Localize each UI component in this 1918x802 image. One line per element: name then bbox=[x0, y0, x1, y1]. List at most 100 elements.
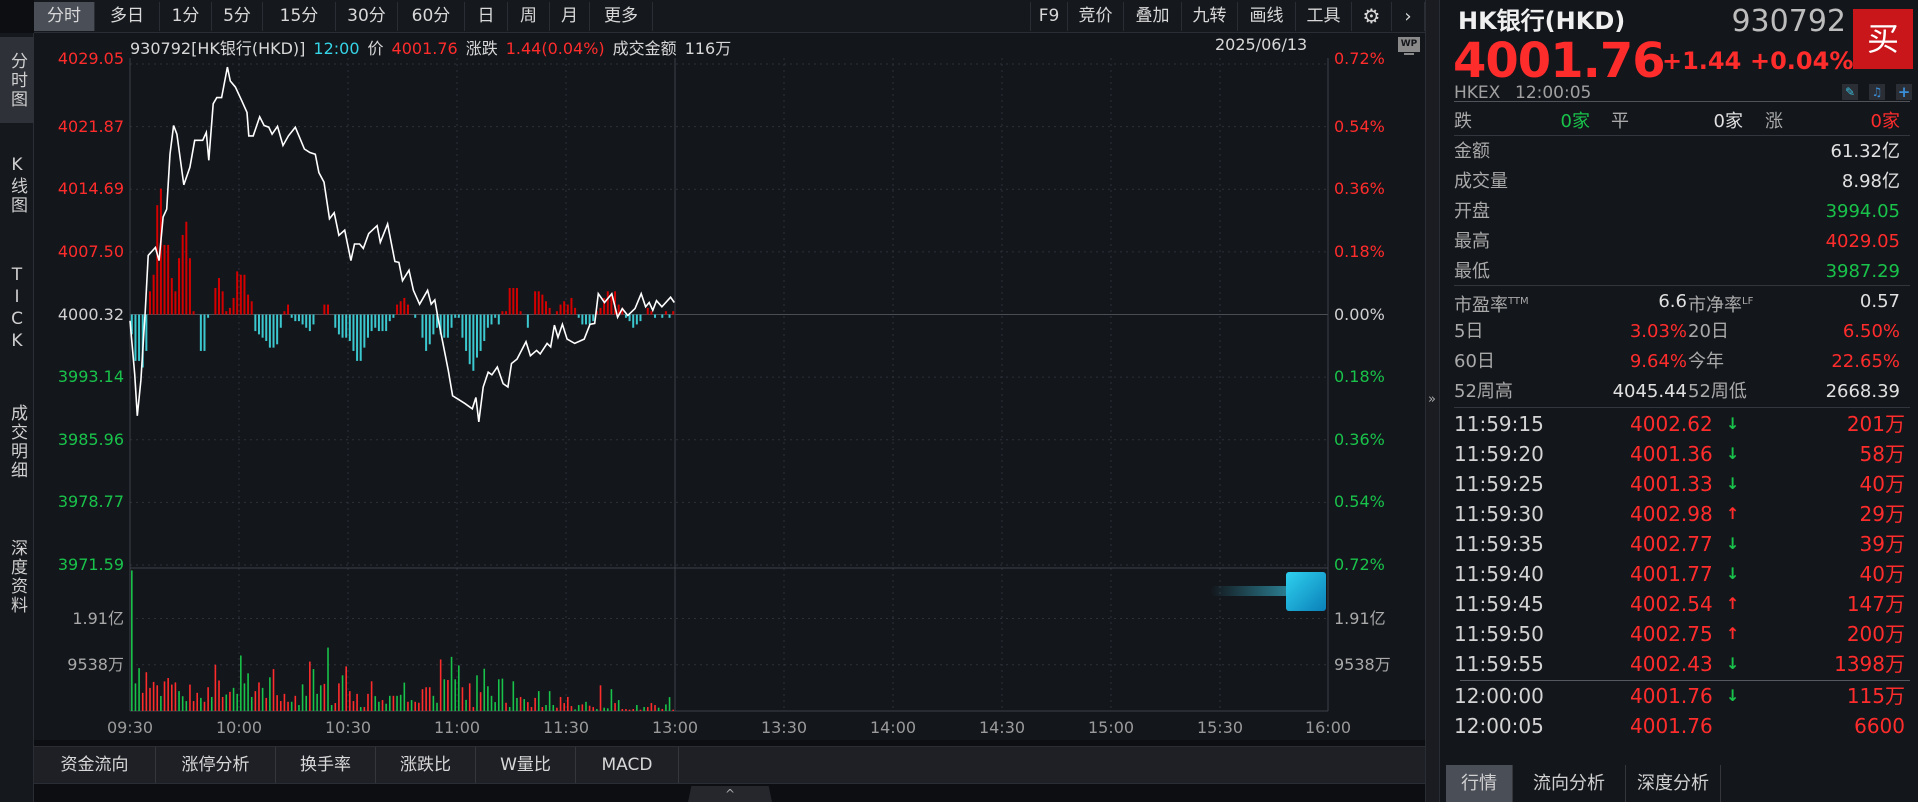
indicator-tab-3[interactable]: 涨跌比 bbox=[376, 747, 476, 783]
volume-bar bbox=[363, 707, 366, 711]
flow-bar bbox=[512, 287, 515, 315]
flow-bar bbox=[454, 314, 457, 318]
flow-bar bbox=[366, 314, 369, 338]
volume-bar bbox=[207, 687, 209, 711]
volume-bar bbox=[596, 709, 598, 711]
volume-bar bbox=[258, 682, 260, 711]
alert-bell-icon[interactable]: ♫ bbox=[1869, 84, 1885, 100]
trade-price: 4001.77 bbox=[1630, 562, 1713, 586]
edit-pencil-icon[interactable]: ✎ bbox=[1842, 84, 1858, 100]
indicator-tab-4[interactable]: W量比 bbox=[476, 747, 576, 783]
quote-tab-2[interactable]: 深度分析 bbox=[1626, 765, 1721, 802]
flow-bar bbox=[668, 314, 671, 318]
flow-bar bbox=[345, 314, 348, 338]
volume-bar bbox=[632, 709, 635, 711]
pct-axis-label: 0.54% bbox=[1334, 116, 1385, 136]
flow-bar bbox=[548, 307, 551, 315]
volume-bar bbox=[167, 678, 169, 711]
volume-bar bbox=[359, 707, 362, 711]
flow-bar bbox=[148, 291, 151, 315]
flow-bar bbox=[181, 234, 184, 315]
expand-toggle-icon[interactable]: » bbox=[1428, 392, 1436, 407]
flow-bar bbox=[599, 307, 602, 315]
ratio-label-text: 52周高 bbox=[1454, 381, 1513, 402]
volume-bar bbox=[240, 655, 242, 711]
breadth-flat-label: 平 bbox=[1611, 111, 1629, 132]
security-name: HK银行(HKD) bbox=[1458, 7, 1626, 35]
volume-bar bbox=[367, 693, 369, 711]
scroll-widget-icon[interactable] bbox=[1210, 572, 1326, 612]
ratio-label-text: 5日 bbox=[1454, 321, 1484, 342]
volume-bar bbox=[338, 683, 340, 711]
volume-bar bbox=[628, 709, 631, 711]
flow-bar bbox=[167, 244, 170, 315]
time-axis-label: 10:30 bbox=[324, 718, 372, 737]
indicator-tab-2[interactable]: 换手率 bbox=[276, 747, 376, 783]
trade-time: 11:59:15 bbox=[1454, 412, 1544, 436]
collapse-handle[interactable]: ^ bbox=[688, 786, 772, 802]
indicator-tab-0[interactable]: 资金流向 bbox=[34, 747, 156, 783]
indicator-tab-5[interactable]: MACD bbox=[576, 747, 679, 783]
volume-bar bbox=[221, 696, 224, 711]
flow-bar bbox=[490, 314, 493, 325]
volume-bar bbox=[636, 705, 638, 711]
ratio-value: 9.64% bbox=[1629, 351, 1687, 372]
time-axis-label: 15:30 bbox=[1196, 718, 1244, 737]
volume-bar bbox=[519, 696, 522, 711]
flow-bar bbox=[574, 307, 577, 315]
trade-volume: 6600 bbox=[1854, 714, 1905, 738]
trade-volume: 40万 bbox=[1859, 472, 1905, 496]
arrow-down-icon: ↓ bbox=[1726, 564, 1740, 583]
flow-bar bbox=[174, 291, 177, 315]
volume-axis-label-right: 1.91亿 bbox=[1334, 608, 1386, 628]
flow-bar bbox=[352, 314, 355, 351]
flow-bar bbox=[207, 314, 210, 318]
ratio-value: 4045.44 bbox=[1612, 381, 1687, 402]
trade-volume: 29万 bbox=[1859, 502, 1905, 526]
stat-value: 3987.29 bbox=[1825, 261, 1900, 282]
flow-bar bbox=[414, 314, 417, 318]
volume-bar bbox=[392, 695, 395, 711]
ratio-label: 52周高 bbox=[1454, 381, 1513, 403]
ratio-value: 2668.39 bbox=[1825, 381, 1900, 402]
volume-bar bbox=[352, 701, 355, 711]
flow-bar bbox=[334, 314, 337, 328]
indicator-tab-1[interactable]: 涨停分析 bbox=[156, 747, 276, 783]
volume-bar bbox=[436, 702, 438, 711]
volume-bar bbox=[418, 702, 420, 711]
flow-bar bbox=[192, 311, 195, 315]
volume-bar bbox=[454, 679, 456, 711]
volume-bar bbox=[276, 695, 278, 711]
flow-bar bbox=[243, 274, 246, 315]
flow-bar bbox=[443, 314, 446, 338]
volume-bar bbox=[432, 695, 435, 711]
intraday-chart[interactable] bbox=[0, 0, 1425, 740]
pct-axis-label: 0.18% bbox=[1334, 241, 1385, 261]
buy-button[interactable]: 买 bbox=[1853, 9, 1913, 69]
flow-bar bbox=[279, 314, 282, 328]
time-axis-label: 14:30 bbox=[978, 718, 1026, 737]
arrow-down-icon: ↓ bbox=[1726, 474, 1740, 493]
quote-tab-1[interactable]: 流向分析 bbox=[1513, 765, 1626, 802]
volume-bar bbox=[657, 707, 660, 711]
volume-bar bbox=[465, 699, 467, 711]
flow-bar bbox=[519, 311, 522, 315]
ratio-label-text: 60日 bbox=[1454, 351, 1495, 372]
flow-bar bbox=[170, 278, 173, 315]
flow-bar bbox=[287, 304, 290, 315]
quote-tab-0[interactable]: 行情 bbox=[1446, 765, 1513, 802]
volume-bar bbox=[356, 693, 358, 711]
flow-bar bbox=[446, 314, 449, 338]
flow-bar bbox=[374, 314, 377, 328]
arrow-down-icon: ↓ bbox=[1726, 414, 1740, 433]
flow-bar bbox=[134, 314, 137, 361]
ratio-label-text: 市盈率 bbox=[1454, 295, 1508, 316]
trade-volume: 58万 bbox=[1859, 442, 1905, 466]
add-watchlist-icon[interactable]: + bbox=[1896, 84, 1912, 100]
stat-label: 开盘 bbox=[1454, 201, 1490, 222]
ratio-label-text: 20日 bbox=[1688, 321, 1729, 342]
flow-bar bbox=[501, 311, 504, 315]
flow-bar bbox=[283, 311, 286, 315]
volume-bar bbox=[134, 683, 137, 711]
flow-bar bbox=[483, 314, 486, 342]
